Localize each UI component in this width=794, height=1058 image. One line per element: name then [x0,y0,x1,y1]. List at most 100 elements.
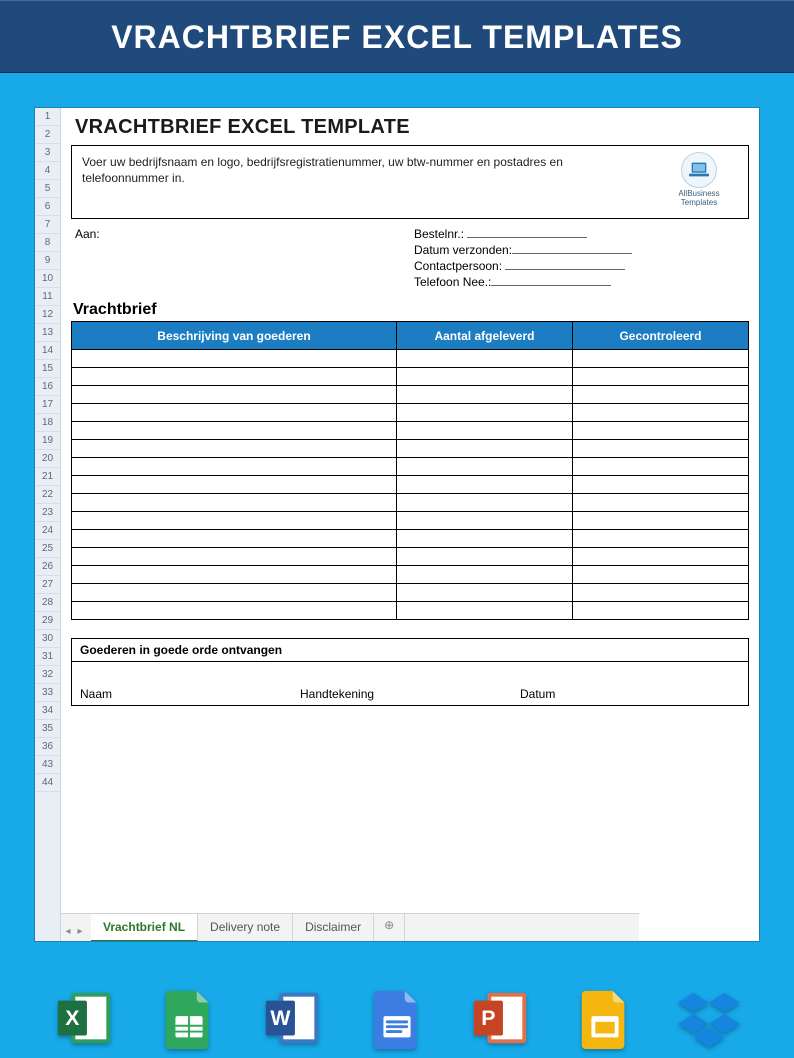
allbusinesstemplates-badge: AllBusiness Templates [662,152,736,208]
excel-icon[interactable]: X [54,987,116,1049]
row-number[interactable]: 5 [35,180,60,198]
svg-text:P: P [481,1006,495,1030]
telefoon-field[interactable] [491,276,611,286]
row-number[interactable]: 27 [35,576,60,594]
row-number[interactable]: 9 [35,252,60,270]
dropbox-icon[interactable] [678,987,740,1049]
gslides-icon[interactable] [574,987,636,1049]
table-row[interactable] [72,404,749,422]
table-row[interactable] [72,458,749,476]
table-row[interactable] [72,440,749,458]
row-number[interactable]: 13 [35,324,60,342]
telefoon-label: Telefoon Nee.: [414,275,491,289]
row-number[interactable]: 29 [35,612,60,630]
row-number[interactable]: 26 [35,558,60,576]
tab-nav-arrows[interactable]: ◂▸ [63,926,85,937]
row-number[interactable]: 44 [35,774,60,792]
document-heading: VRACHTBRIEF EXCEL TEMPLATE [75,116,749,139]
row-number[interactable]: 23 [35,504,60,522]
page-title: VRACHTBRIEF EXCEL TEMPLATES [0,19,794,56]
row-number[interactable]: 36 [35,738,60,756]
row-number-gutter: 1234567891011121314151617181920212223242… [35,108,61,941]
badge-line2: Templates [662,199,736,208]
row-number[interactable]: 20 [35,450,60,468]
table-row[interactable] [72,422,749,440]
row-number[interactable]: 18 [35,414,60,432]
table-row[interactable] [72,584,749,602]
row-number[interactable]: 10 [35,270,60,288]
table-row[interactable] [72,566,749,584]
row-number[interactable]: 33 [35,684,60,702]
tab-disclaimer[interactable]: Disclaimer [293,914,374,942]
contact-field[interactable] [505,260,625,270]
row-number[interactable]: 16 [35,378,60,396]
company-info-box: Voer uw bedrijfsnaam en logo, bedrijfsre… [71,145,749,219]
table-row[interactable] [72,602,749,620]
row-number[interactable]: 12 [35,306,60,324]
svg-text:X: X [65,1006,80,1030]
vrachtbrief-section-heading: Vrachtbrief [73,301,749,319]
bestelnr-field[interactable] [467,228,587,238]
tab-delivery-note[interactable]: Delivery note [198,914,293,942]
gdocs-icon[interactable] [366,987,428,1049]
table-row[interactable] [72,494,749,512]
datum-label: Datum verzonden: [414,243,512,257]
word-icon[interactable]: W [262,987,324,1049]
receipt-naam-label: Naam [80,687,112,701]
company-info-text: Voer uw bedrijfsnaam en logo, bedrijfsre… [82,155,563,185]
contact-label: Contactpersoon: [414,259,502,273]
row-number[interactable]: 8 [35,234,60,252]
preview-wrap: 1234567891011121314151617181920212223242… [0,73,794,976]
aan-label: Aan: [75,227,100,241]
spreadsheet-preview: 1234567891011121314151617181920212223242… [34,107,760,942]
powerpoint-icon[interactable]: P [470,987,532,1049]
row-number[interactable]: 30 [35,630,60,648]
datum-field[interactable] [512,244,632,254]
sheet-body: VRACHTBRIEF EXCEL TEMPLATE Voer uw bedri… [61,108,759,913]
row-number[interactable]: 22 [35,486,60,504]
receipt-datum-label: Datum [520,687,555,701]
laptop-icon [681,152,717,188]
gsheets-icon[interactable] [158,987,220,1049]
table-row[interactable] [72,512,749,530]
tab-vrachtbrief-nl[interactable]: Vrachtbrief NL [91,914,198,942]
row-number[interactable]: 19 [35,432,60,450]
row-number[interactable]: 2 [35,126,60,144]
row-number[interactable]: 6 [35,198,60,216]
row-number[interactable]: 15 [35,360,60,378]
table-row[interactable] [72,350,749,368]
row-number[interactable]: 31 [35,648,60,666]
table-row[interactable] [72,386,749,404]
sheet-tabs: ◂▸ Vrachtbrief NLDelivery noteDisclaimer… [61,913,639,941]
col-aantal: Aantal afgeleverd [396,322,572,350]
row-number[interactable]: 28 [35,594,60,612]
row-number[interactable]: 25 [35,540,60,558]
bestelnr-label: Bestelnr.: [414,227,464,241]
table-row[interactable] [72,548,749,566]
row-number[interactable]: 17 [35,396,60,414]
row-number[interactable]: 7 [35,216,60,234]
row-number[interactable]: 43 [35,756,60,774]
table-row[interactable] [72,476,749,494]
row-number[interactable]: 32 [35,666,60,684]
table-row[interactable] [72,368,749,386]
receipt-box: Goederen in goede orde ontvangen Naam Ha… [71,638,749,706]
add-sheet-button[interactable]: ⊕ [374,914,405,942]
receipt-heading: Goederen in goede orde ontvangen [72,639,748,662]
row-number[interactable]: 4 [35,162,60,180]
table-row[interactable] [72,530,749,548]
row-number[interactable]: 11 [35,288,60,306]
row-number[interactable]: 14 [35,342,60,360]
row-number[interactable]: 3 [35,144,60,162]
svg-text:W: W [270,1006,291,1030]
row-number[interactable]: 21 [35,468,60,486]
row-number[interactable]: 34 [35,702,60,720]
row-number[interactable]: 35 [35,720,60,738]
goods-table: Beschrijving van goederen Aantal afgelev… [71,321,749,620]
col-gecontroleerd: Gecontroleerd [572,322,748,350]
app-icon-row: X W P [0,978,794,1058]
col-beschrijving: Beschrijving van goederen [72,322,397,350]
row-number[interactable]: 24 [35,522,60,540]
row-number[interactable]: 1 [35,108,60,126]
title-bar: VRACHTBRIEF EXCEL TEMPLATES [0,0,794,73]
